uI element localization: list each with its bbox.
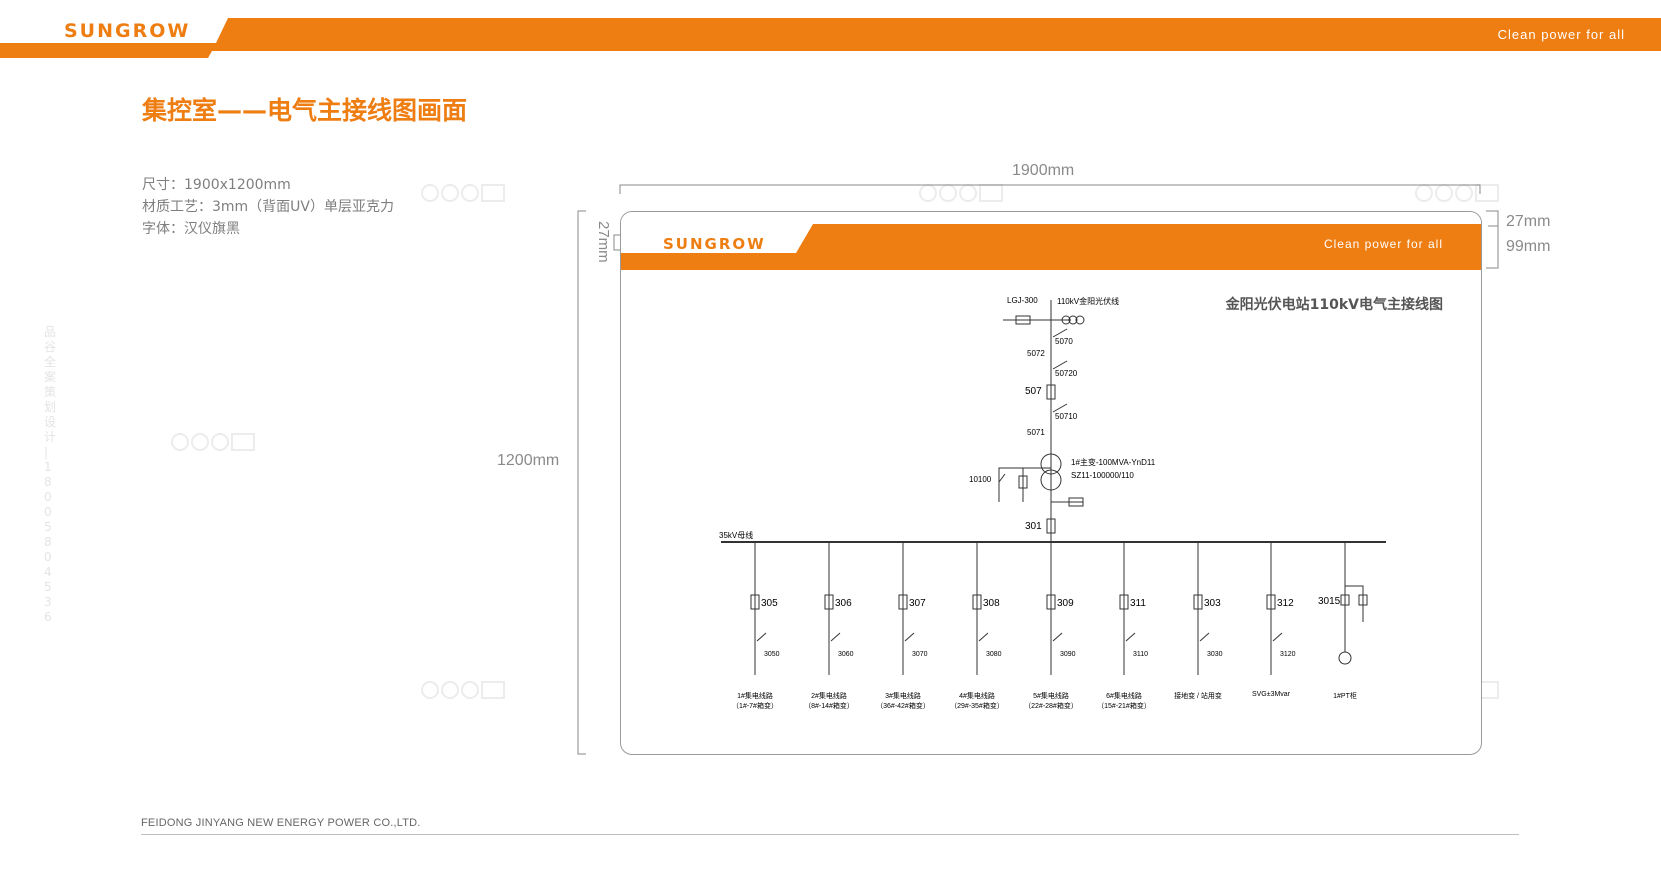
single-line-diagram <box>721 300 1386 675</box>
pt-cabinet-name: 1#PT柜 <box>1333 693 1357 700</box>
bar-thickness-dimension: 27mm <box>1506 213 1551 230</box>
feeder-name: 6#集电线路 <box>1106 693 1142 700</box>
feeder-breaker-label: 303 <box>1204 598 1221 609</box>
height-dimension: 1200mm <box>497 452 560 469</box>
line-conductor-label: LGJ-300 <box>1007 296 1038 305</box>
feeder-subname: （15#-21#箱变） <box>1097 703 1151 710</box>
feeder-name: 4#集电线路 <box>959 693 995 700</box>
feeder-name: 5#集电线路 <box>1033 693 1069 700</box>
bar-height-dimension: 99mm <box>1506 238 1551 255</box>
switch-5071-label: 5071 <box>1027 428 1045 437</box>
feeder-subname: （1#-7#箱变） <box>732 703 778 710</box>
sign-panel: SUNGROW Clean power for all 金阳光伏电站110kV电… <box>620 211 1482 755</box>
breaker-301-label: 301 <box>1025 521 1042 532</box>
bar-thickness-vertical-dimension: 27mm <box>595 221 612 263</box>
feeder-switch-label: 3050 <box>764 651 780 658</box>
feeder-breaker-label: 306 <box>835 598 852 609</box>
feeder-subname: （36#-42#箱变） <box>876 703 930 710</box>
feeder-name: SVG±3Mvar <box>1251 691 1291 698</box>
feeder-breaker-label: 311 <box>1130 598 1146 609</box>
breaker-507-label: 507 <box>1025 386 1042 397</box>
feeder-switch-label: 3080 <box>986 651 1002 658</box>
feeder-name: 2#集电线路 <box>811 693 847 700</box>
feeder-subname: （29#-35#箱变） <box>950 703 1004 710</box>
feeder-breaker-label: 307 <box>909 598 926 609</box>
feeder-switch-label: 3030 <box>1207 651 1223 658</box>
feeder-breaker-label: 308 <box>983 598 1000 609</box>
feeder-name: 1#集电线路 <box>737 693 773 700</box>
transformer-label-1: 1#主变-100MVA-YnD11 <box>1071 458 1156 467</box>
footer-divider <box>141 834 1519 835</box>
feeder-subname: （8#-14#箱变） <box>804 703 854 710</box>
switch-5070-label: 5070 <box>1055 337 1073 346</box>
feeder-breaker-label: 309 <box>1057 598 1074 609</box>
feeder-switch-label: 3110 <box>1133 651 1149 658</box>
width-dimension: 1900mm <box>1012 162 1075 179</box>
feeder-breaker-label: 312 <box>1277 598 1294 609</box>
feeder-switch-label: 3070 <box>912 651 928 658</box>
switch-50720-label: 50720 <box>1055 369 1078 378</box>
footer-company-name: FEIDONG JINYANG NEW ENERGY POWER CO.,LTD… <box>141 817 421 829</box>
feeder-switch-label: 3120 <box>1280 651 1296 658</box>
feeder-name: 3#集电线路 <box>885 693 921 700</box>
switch-50710-label: 50710 <box>1055 412 1078 421</box>
switch-10100-label: 10100 <box>969 475 992 484</box>
feeder-name: 接地变 / 站用变 <box>1174 693 1222 700</box>
feeder-switch-label: 3060 <box>838 651 854 658</box>
bus-label: 35kV母线 <box>719 531 754 540</box>
feeder-switch-label: 3090 <box>1060 651 1076 658</box>
transformer-label-2: SZ11-100000/110 <box>1071 471 1134 480</box>
feeder-breaker-label: 305 <box>761 598 778 609</box>
line-name-label: 110kV金阳光伏线 <box>1057 297 1120 306</box>
feeder-subname: （22#-28#箱变） <box>1024 703 1078 710</box>
pt-breaker-label: 3015 <box>1318 596 1341 607</box>
switch-5072-label: 5072 <box>1027 349 1045 358</box>
